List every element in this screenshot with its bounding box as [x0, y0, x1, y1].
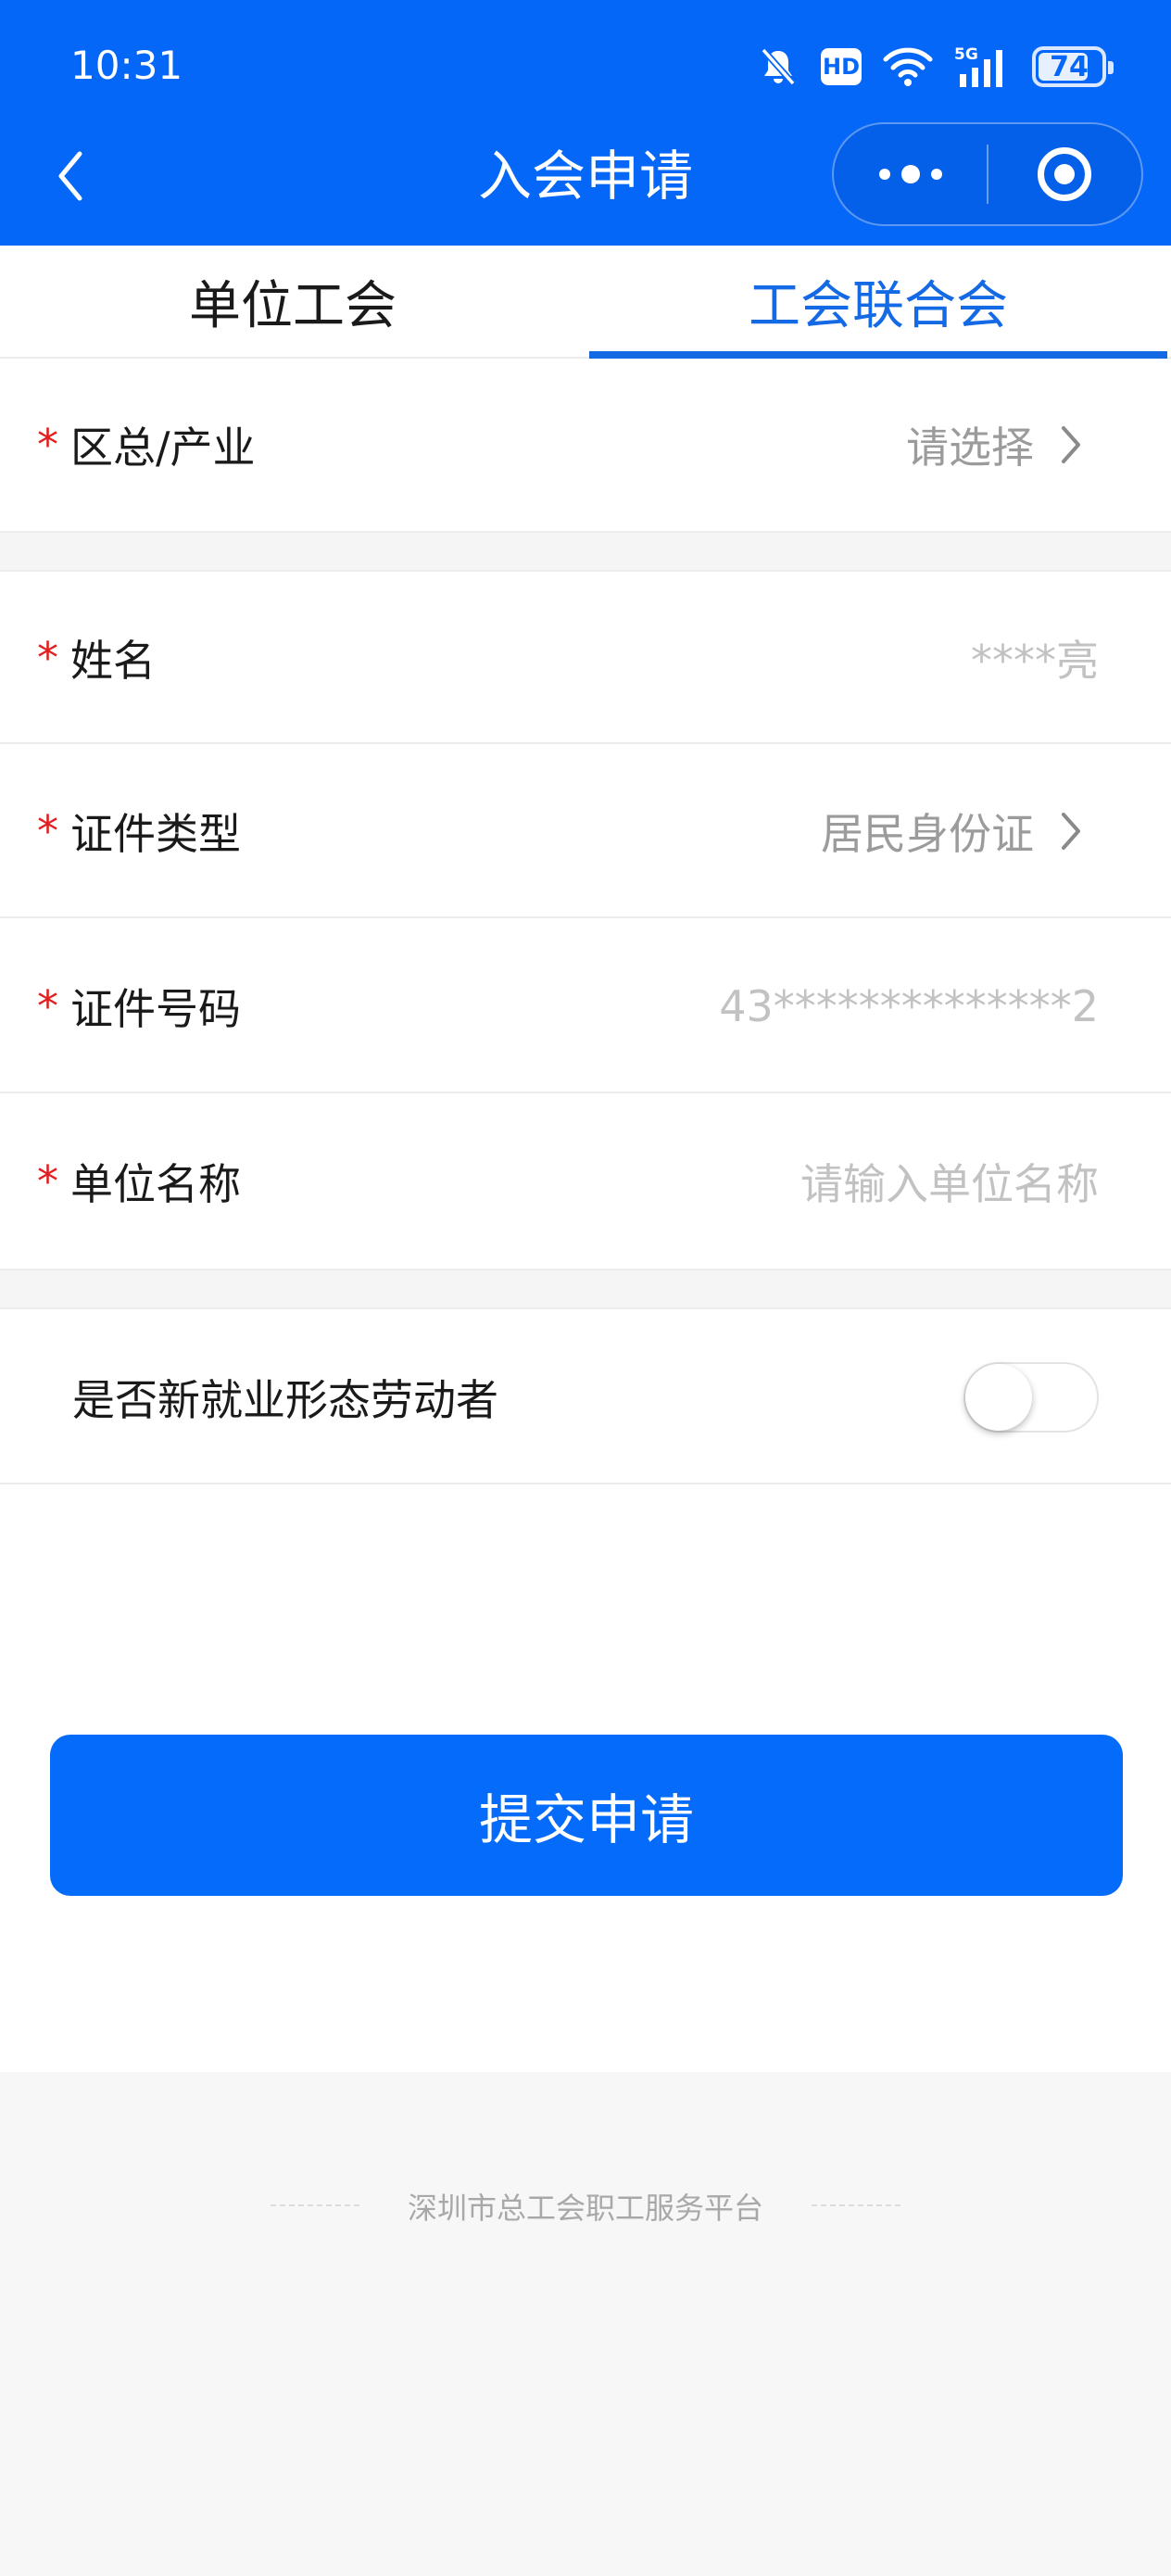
- status-time: 10:31: [70, 43, 183, 88]
- more-button[interactable]: [834, 122, 987, 226]
- id-number-row: * 证件号码 43**************2: [0, 918, 1171, 1093]
- network-label: 5G: [954, 45, 978, 64]
- page: 10:31 HD 5G 74 入会申请 单位工会 工会联合会 * 区总/产业 请…: [0, 0, 1171, 2576]
- new-employment-toggle[interactable]: [963, 1361, 1099, 1433]
- battery-level: 74: [1050, 50, 1089, 83]
- company-name-row: * 单位名称 请输入单位名称: [0, 1093, 1171, 1269]
- required-mark: *: [37, 420, 58, 470]
- id-type-picker-row[interactable]: * 证件类型 居民身份证: [0, 744, 1171, 918]
- company-label: * 单位名称: [37, 1151, 241, 1212]
- close-mini-program-button[interactable]: [988, 122, 1141, 226]
- company-label-text: 单位名称: [70, 1158, 241, 1209]
- id-type-label-text: 证件类型: [70, 809, 241, 859]
- submit-button[interactable]: 提交申请: [50, 1735, 1123, 1896]
- mini-program-capsule: [832, 122, 1143, 226]
- company-name-input[interactable]: 请输入单位名称: [800, 1151, 1099, 1212]
- tab-unit-union[interactable]: 单位工会: [0, 246, 586, 357]
- name-row: * 姓名 ****亮: [0, 572, 1171, 744]
- target-circle-icon: [1038, 147, 1092, 201]
- id-type-label: * 证件类型: [37, 801, 241, 862]
- chevron-right-icon: [1052, 417, 1089, 473]
- chevron-left-icon: [58, 151, 82, 201]
- battery-icon: 74: [1032, 46, 1114, 87]
- footer-divider-right: [812, 2204, 900, 2206]
- id-number-label-text: 证件号码: [70, 983, 241, 1034]
- id-number-label: * 证件号码: [37, 976, 241, 1037]
- back-button[interactable]: [43, 139, 98, 213]
- id-number-value: 43**************2: [719, 980, 1099, 1031]
- tab-union-federation[interactable]: 工会联合会: [586, 246, 1171, 359]
- required-mark: *: [37, 806, 58, 856]
- district-label: * 区总/产业: [37, 414, 256, 475]
- id-type-value: 居民身份证: [821, 809, 1034, 859]
- new-employment-label: 是否新就业形态劳动者: [72, 1374, 498, 1425]
- bell-muted-icon: [761, 47, 796, 86]
- footer: 深圳市总工会职工服务平台: [0, 2072, 1171, 2576]
- app-header: 10:31 HD 5G 74 入会申请: [0, 0, 1171, 246]
- required-mark: *: [37, 980, 58, 1031]
- signal-5g-icon: 5G: [954, 45, 1002, 87]
- footer-text: 深圳市总工会职工服务平台: [407, 2191, 763, 2226]
- district-value: 请选择: [906, 423, 1034, 473]
- tab-bar: 单位工会 工会联合会: [0, 246, 1171, 359]
- more-dots-icon: [878, 165, 942, 183]
- name-label-text: 姓名: [70, 636, 156, 686]
- wifi-icon: [883, 47, 933, 86]
- required-mark: *: [37, 1155, 58, 1206]
- district-picker-row[interactable]: * 区总/产业 请选择: [0, 359, 1171, 531]
- section-divider: [0, 531, 1171, 572]
- chevron-right-icon: [1052, 803, 1089, 859]
- hd-icon: HD: [821, 48, 862, 85]
- new-employment-row: 是否新就业形态劳动者: [0, 1309, 1171, 1484]
- section-divider: [0, 1269, 1171, 1309]
- toggle-knob: [965, 1363, 1032, 1431]
- status-icons: HD 5G 74: [756, 41, 1114, 93]
- district-label-text: 区总/产业: [70, 423, 256, 473]
- name-label: * 姓名: [37, 627, 156, 688]
- name-value: ****亮: [971, 636, 1099, 686]
- required-mark: *: [37, 633, 58, 683]
